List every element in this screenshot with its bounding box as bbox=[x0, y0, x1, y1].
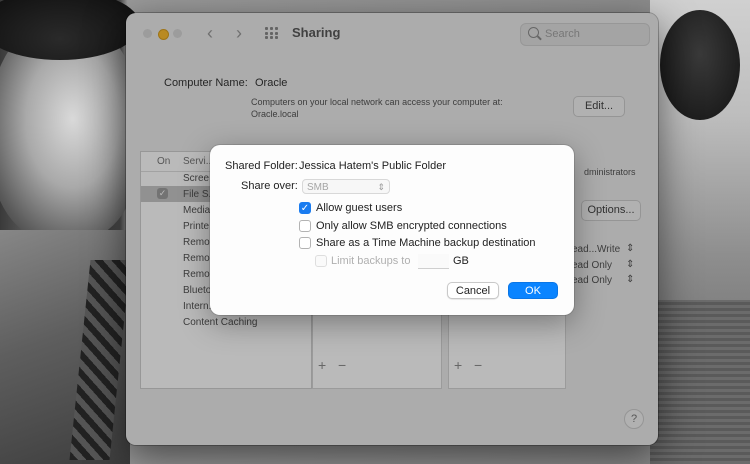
cancel-button[interactable]: Cancel bbox=[447, 282, 499, 299]
wallpaper-child-overalls bbox=[650, 300, 750, 464]
share-over-label: Share over: bbox=[241, 180, 298, 192]
shared-folder-name: Jessica Hatem's Public Folder bbox=[299, 160, 446, 172]
limit-backups-field[interactable] bbox=[418, 254, 449, 269]
wallpaper-child-head bbox=[660, 10, 740, 120]
ok-button[interactable]: OK bbox=[508, 282, 558, 299]
chevron-updown-icon: ⇕ bbox=[377, 182, 385, 192]
limit-backups-label: Limit backups to bbox=[331, 255, 411, 267]
share-over-select[interactable]: SMB ⇕ bbox=[302, 179, 390, 194]
share-over-value: SMB bbox=[307, 182, 329, 193]
time-machine-checkbox[interactable] bbox=[299, 237, 311, 249]
allow-guest-users-checkbox[interactable]: ✓ bbox=[299, 202, 311, 214]
smb-options-sheet: Shared Folder: Jessica Hatem's Public Fo… bbox=[210, 145, 574, 315]
shared-folder-label: Shared Folder: bbox=[225, 160, 298, 172]
time-machine-label[interactable]: Share as a Time Machine backup destinati… bbox=[316, 237, 536, 249]
smb-encrypted-label[interactable]: Only allow SMB encrypted connections bbox=[316, 220, 507, 232]
limit-backups-checkbox[interactable] bbox=[315, 255, 327, 267]
smb-encrypted-checkbox[interactable] bbox=[299, 220, 311, 232]
allow-guest-users-label[interactable]: Allow guest users bbox=[316, 202, 402, 214]
gb-unit-label: GB bbox=[453, 255, 469, 267]
